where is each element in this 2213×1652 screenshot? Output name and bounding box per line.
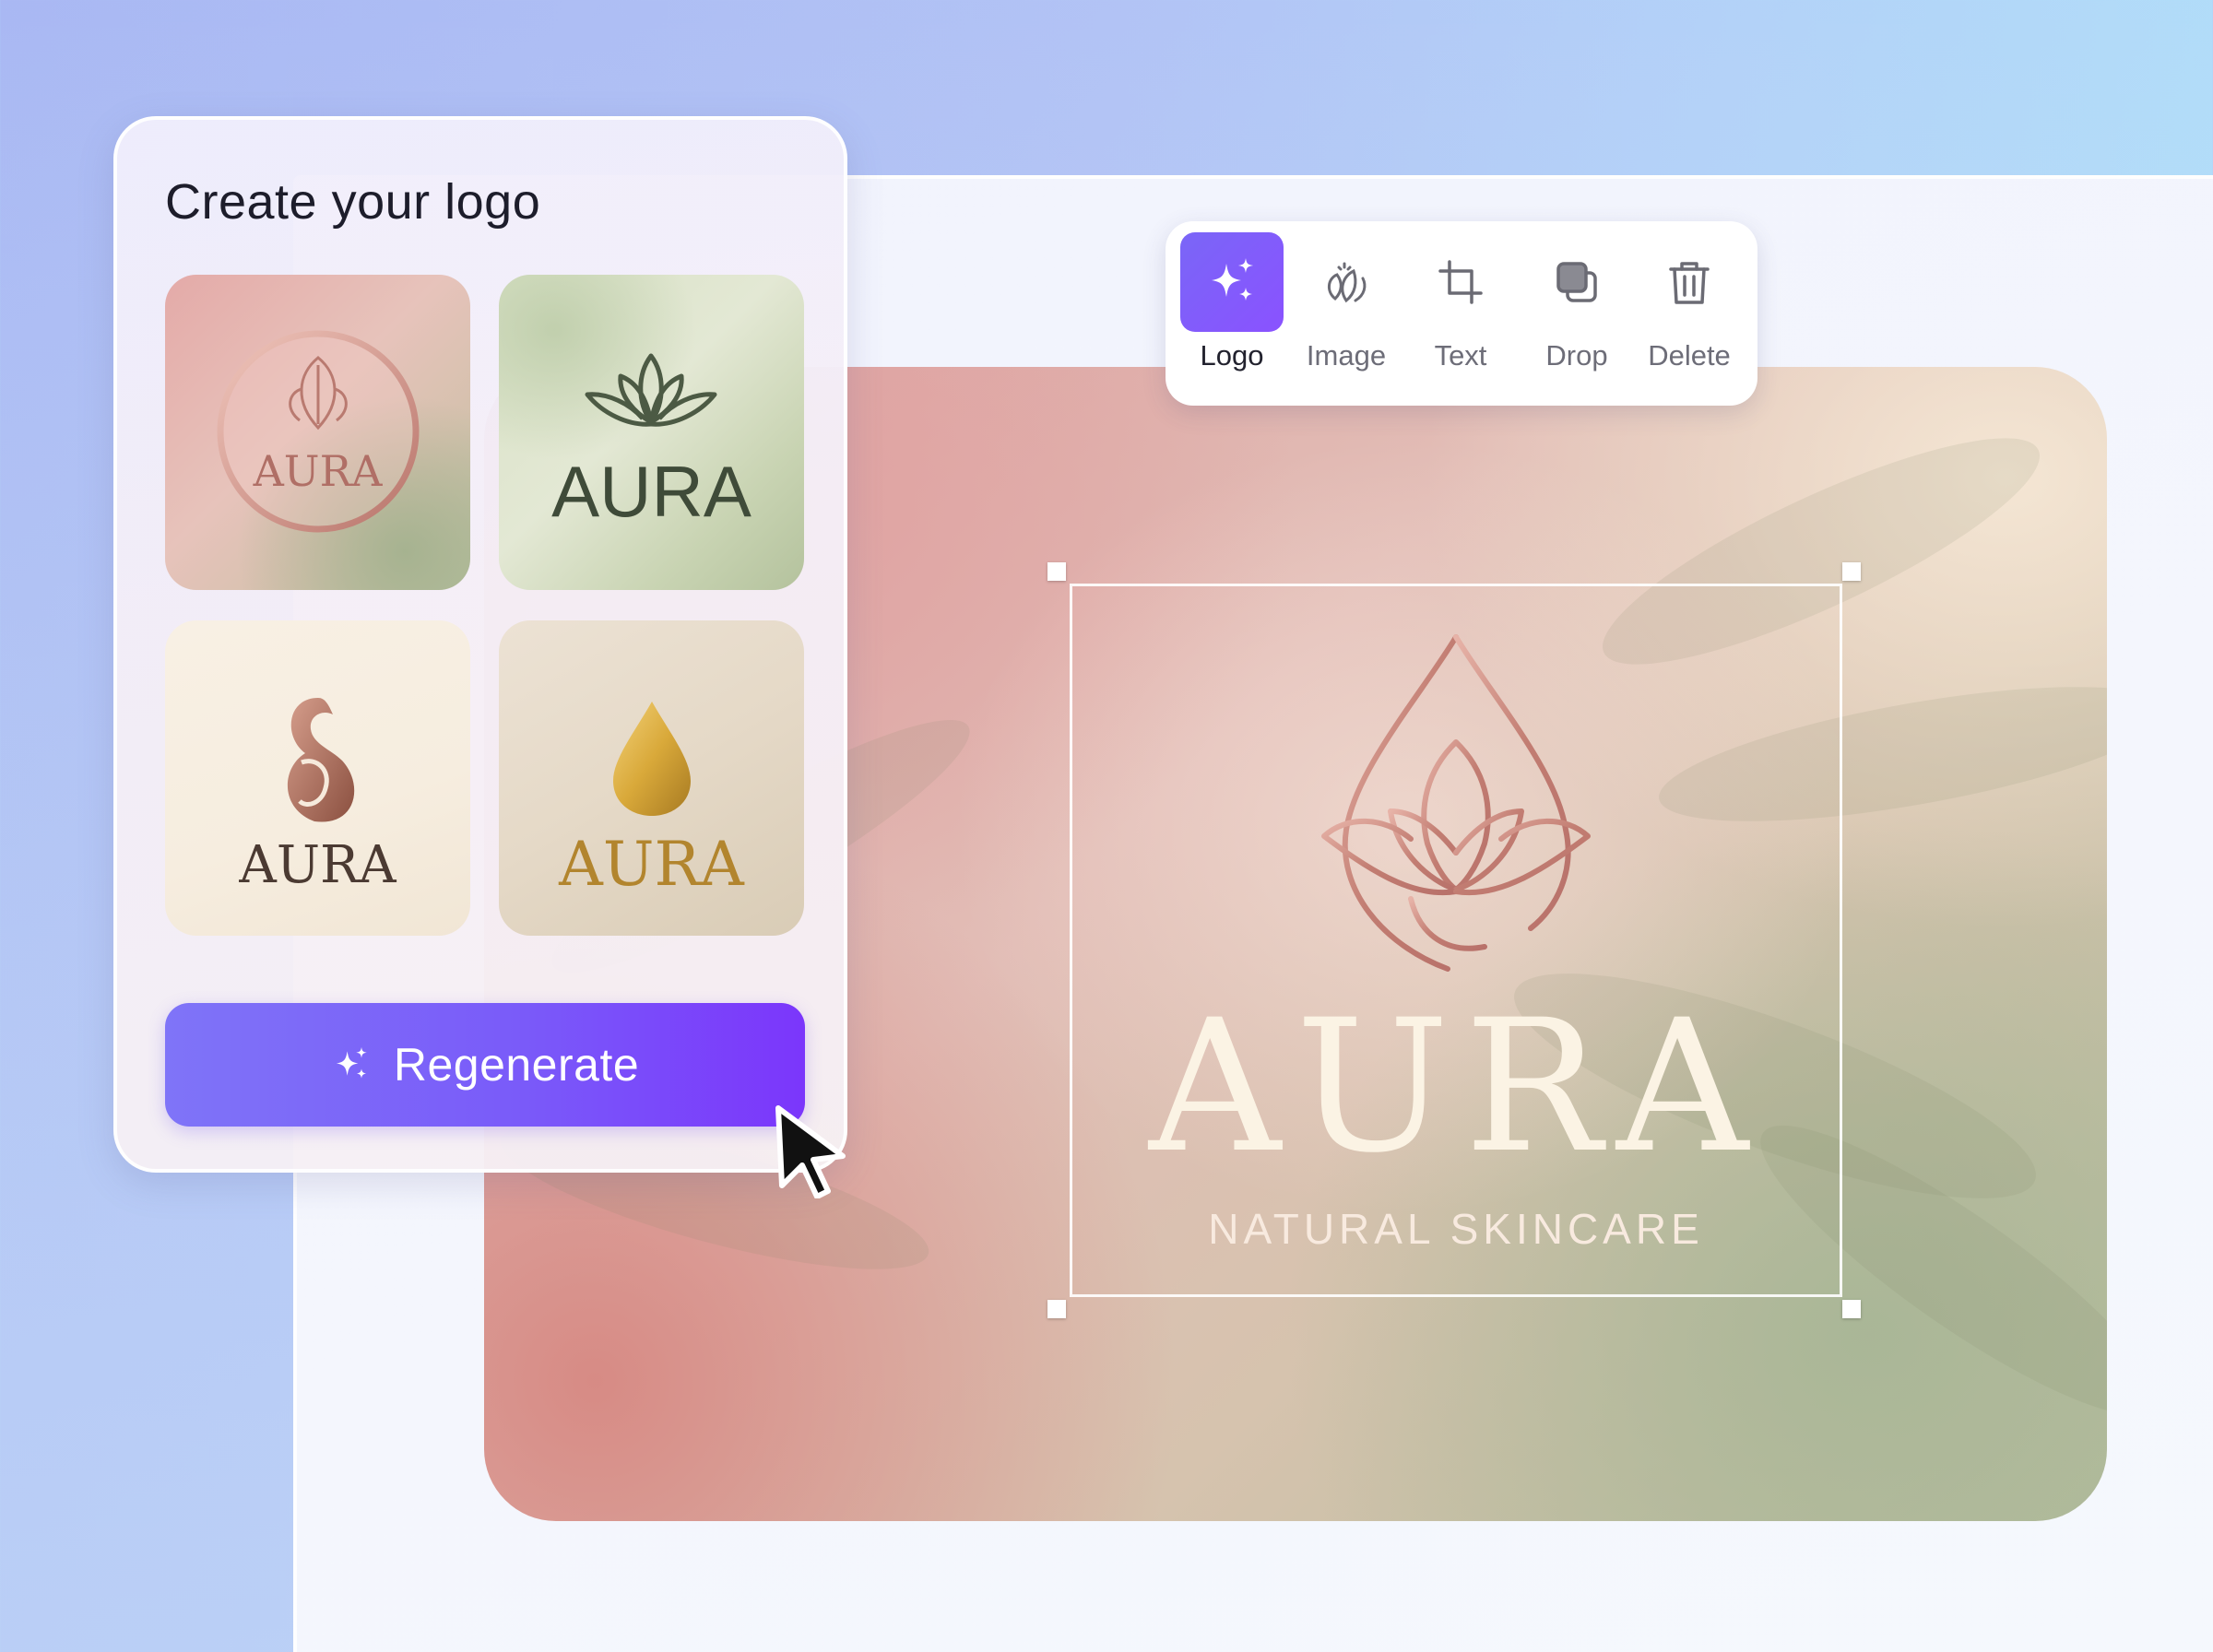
toolbar-logo-label: Logo: [1200, 339, 1264, 372]
logo-option-1[interactable]: AURA: [165, 275, 470, 590]
option-2-wordmark: AURA: [551, 451, 751, 532]
option-3-wordmark: AURA: [239, 835, 396, 895]
regenerate-button[interactable]: Regenerate: [165, 1003, 805, 1127]
toolbar-drop-label: Drop: [1545, 339, 1608, 372]
object-toolbar: Logo Image Text Drop Delete: [1166, 221, 1757, 406]
toolbar-image-button[interactable]: Image: [1295, 232, 1398, 391]
resize-handle-top-right[interactable]: [1842, 562, 1861, 581]
trash-icon: [1669, 262, 1710, 304]
leaf-image-icon: [1328, 262, 1367, 303]
toolbar-delete-button[interactable]: Delete: [1638, 232, 1741, 391]
toolbar-text-label: Text: [1434, 339, 1487, 372]
resize-handle-bottom-right[interactable]: [1842, 1300, 1861, 1318]
canvas-tagline: NATURAL SKINCARE: [1208, 1205, 1704, 1253]
logo-option-3[interactable]: AURA: [165, 620, 470, 936]
toolbar-text-button[interactable]: Text: [1409, 232, 1512, 391]
toolbar-drop-button[interactable]: Drop: [1525, 232, 1628, 391]
option-1-wordmark: AURA: [253, 446, 383, 496]
toolbar-image-label: Image: [1306, 339, 1387, 372]
lotus-icon: [585, 353, 717, 427]
create-logo-card: Create your logo AURA AURA AURA AURA Reg…: [113, 116, 847, 1173]
regenerate-label: Regenerate: [393, 1039, 640, 1091]
option-4-wordmark: AURA: [559, 829, 744, 900]
logo-option-2[interactable]: AURA: [499, 275, 804, 590]
swirl-drop-icon: [287, 698, 355, 822]
crop-icon: [1438, 260, 1483, 304]
card-title: Create your logo: [165, 174, 541, 230]
canvas-brand-wordmark: AURA: [1149, 980, 1763, 1193]
resize-handle-top-left[interactable]: [1047, 562, 1066, 581]
lotus-drop-logo-mark: [1321, 634, 1591, 972]
drop-shadow-icon: [1556, 262, 1597, 302]
toolbar-delete-label: Delete: [1648, 339, 1731, 372]
circle-leaf-emblem-icon: [217, 330, 420, 533]
sparkles-icon: [336, 1046, 367, 1079]
resize-handle-bottom-left[interactable]: [1047, 1300, 1066, 1318]
gold-drop-icon: [613, 702, 691, 816]
mouse-cursor-icon: [775, 1105, 846, 1198]
sparkles-icon: [1212, 258, 1253, 301]
logo-option-4[interactable]: AURA: [499, 620, 804, 936]
toolbar-logo-button[interactable]: Logo: [1180, 232, 1284, 391]
